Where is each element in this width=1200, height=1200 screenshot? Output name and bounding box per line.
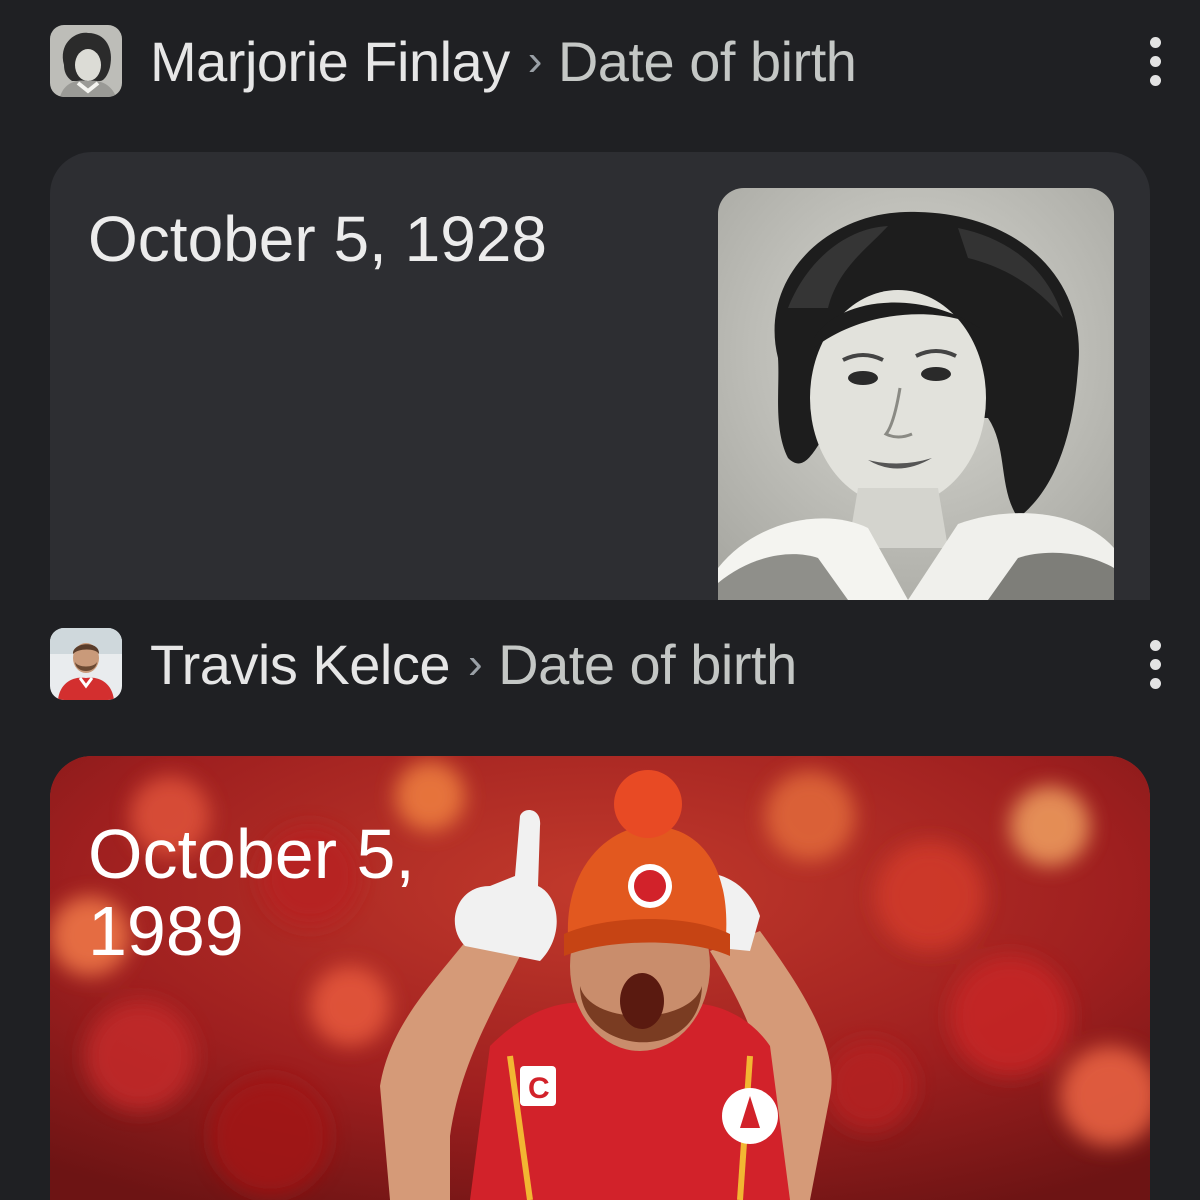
answer-card-marjorie[interactable]: October 5, 1928 [50,152,1150,600]
birth-date: October 5, 1928 [88,203,547,275]
portrait-photo-icon [50,25,122,97]
result-header-travis[interactable]: Travis Kelce › Date of birth [50,627,1170,701]
portrait-image[interactable] [718,188,1114,600]
result-title[interactable]: Marjorie Finlay › Date of birth [150,29,857,94]
svg-text:C: C [528,1072,550,1105]
entity-name[interactable]: Travis Kelce [150,632,451,697]
result-title[interactable]: Travis Kelce › Date of birth [150,632,797,697]
portrait-photo-icon [718,188,1114,600]
more-vert-icon[interactable] [1140,30,1170,92]
result-header-marjorie[interactable]: Marjorie Finlay › Date of birth [50,24,1170,98]
breadcrumb-separator: › [527,36,543,85]
birth-date: October 5, 1989 [88,815,415,970]
portrait-photo-icon [50,628,122,700]
attribute-name[interactable]: Date of birth [498,632,797,697]
answer-card-travis[interactable]: C October 5, 1989 [50,756,1150,1200]
avatar-travis[interactable] [50,628,122,700]
entity-name[interactable]: Marjorie Finlay [150,29,510,94]
attribute-name[interactable]: Date of birth [558,29,857,94]
avatar-marjorie[interactable] [50,25,122,97]
breadcrumb-separator: › [468,639,483,688]
more-vert-icon[interactable] [1140,633,1170,695]
